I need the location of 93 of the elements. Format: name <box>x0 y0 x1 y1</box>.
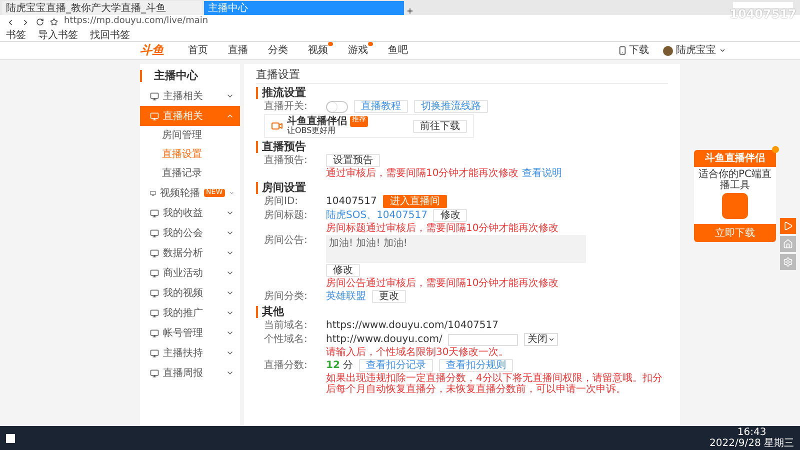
warning-text: 通过审核后，需要间隔10分钟才能再次修改 查看说明 <box>325 168 563 180</box>
sidebar-item[interactable]: 商业活动 <box>140 263 240 284</box>
live-toggle[interactable] <box>326 100 348 113</box>
clock-time: 16:43 <box>737 427 766 438</box>
gear-icon <box>783 257 793 267</box>
monitor-icon <box>150 268 159 278</box>
field-label: 当前域名: <box>264 320 308 332</box>
phone-icon <box>618 46 627 55</box>
field-label: 个性域名: <box>264 334 308 346</box>
room-title: 陆虎SOS、10407517 <box>326 210 428 222</box>
monitor-icon <box>150 92 159 101</box>
field-label: 房间公告: <box>264 235 308 246</box>
field-label: 直播预告: <box>264 155 308 166</box>
section-heading: 其他 <box>256 306 668 318</box>
sidebar-item[interactable]: 数据分析 <box>140 243 240 264</box>
notice-field[interactable]: 加油! 加油! 加油! <box>326 235 586 264</box>
domain-select[interactable]: 关闭 <box>524 333 558 346</box>
monitor-icon <box>150 228 159 238</box>
nav-link[interactable]: 直播 <box>228 45 248 56</box>
domain-input[interactable] <box>448 334 518 346</box>
monitor-icon <box>150 288 159 298</box>
warning-text: 房间公告通过审核后，需要间隔10分钟才能再次修改 <box>325 278 560 290</box>
nav-link[interactable]: 鱼吧 <box>388 45 408 56</box>
start-icon[interactable] <box>6 434 15 442</box>
monitor-icon <box>150 328 159 338</box>
monitor-icon <box>150 112 159 121</box>
camera-icon <box>271 120 283 132</box>
sidebar-subitem[interactable]: 房间管理 <box>140 126 240 146</box>
sidebar-item[interactable]: 帐号管理 <box>140 323 240 344</box>
nav-link[interactable]: 视频 <box>308 45 328 56</box>
back-icon[interactable] <box>6 18 15 26</box>
promo-desc: 适合你的PC端直播工具 <box>697 169 772 191</box>
room-id: 10407517 <box>326 196 377 208</box>
new-tab-icon[interactable] <box>406 7 414 15</box>
play-icon <box>783 221 793 231</box>
app-desc: 让OBS更好用 <box>287 127 337 136</box>
sidebar-subitem[interactable]: 直播记录 <box>140 164 240 184</box>
field-label: 房间标题: <box>264 210 308 222</box>
clock-date: 2022/9/28 星期三 <box>710 438 794 449</box>
preview-button[interactable]: 设置预告 <box>326 154 380 168</box>
nav-link[interactable]: 游戏 <box>348 45 368 56</box>
download-button[interactable]: 前往下载 <box>413 120 467 133</box>
sidebar-item[interactable]: 我的视频 <box>140 283 240 304</box>
close-icon[interactable] <box>772 146 779 153</box>
app-name: 斗鱼直播伴侣 <box>287 116 347 128</box>
warning-text: 如果出现违规扣除一定直播分数，4分以下将无直播间权限，请留意哦。扣分后每个月自动恢复直播分，未恢复直播分数前，可以申请一次申诉。 <box>325 373 664 396</box>
avatar-icon <box>663 46 673 56</box>
bookmark[interactable]: 书签 <box>6 30 26 40</box>
play-button[interactable] <box>780 218 796 234</box>
field-label: 房间ID: <box>264 196 300 208</box>
caret-icon <box>719 47 726 54</box>
caret-icon <box>548 336 556 344</box>
edit-button[interactable]: 修改 <box>326 264 360 278</box>
monitor-icon <box>150 308 159 318</box>
sidebar-item[interactable]: 主播扶持 <box>140 343 240 364</box>
monitor-icon <box>150 348 159 358</box>
sidebar-item[interactable]: 我的公会 <box>140 223 240 244</box>
bookmark[interactable]: 导入书签 <box>38 30 78 40</box>
bookmark[interactable]: 找回书签 <box>90 30 130 40</box>
download-link[interactable]: 下载 <box>629 45 649 56</box>
browser-tab[interactable]: 陆虎宝宝直播_教你产大学直播_斗鱼 <box>2 1 202 15</box>
home-icon <box>783 239 793 249</box>
monitor-icon <box>150 188 156 198</box>
link-button[interactable]: 切换推流线路 <box>414 100 488 114</box>
sidebar-title: 主播中心 <box>140 70 240 82</box>
warning-text: 请输入后，个性域名限制30天修改一次。 <box>325 347 510 358</box>
app-icon <box>722 193 748 219</box>
field-label: 直播分数: <box>264 360 308 372</box>
domain-text: https://www.douyu.com/10407517 <box>326 320 499 332</box>
change-button[interactable]: 更改 <box>372 290 406 304</box>
nav-link[interactable]: 分类 <box>268 45 288 56</box>
page-title: 直播设置 <box>256 69 668 84</box>
monitor-icon <box>150 248 159 258</box>
sidebar-item[interactable]: 我的推广 <box>140 303 240 324</box>
domain-prefix: http://www.douyu.com/ <box>326 334 442 346</box>
address-field[interactable]: https://mp.douyu.com/live/main <box>64 17 208 27</box>
field-label: 直播开关: <box>264 101 308 112</box>
score-text: 12 分 <box>326 360 354 372</box>
sidebar-item[interactable]: 直播周报 <box>140 363 240 384</box>
sidebar-item[interactable]: 我的收益 <box>140 203 240 224</box>
overlay-id: 10407517 <box>730 8 796 22</box>
user-name[interactable]: 陆虎宝宝 <box>676 45 716 56</box>
edit-button[interactable]: 修改 <box>433 209 468 222</box>
warning-text: 房间标题通过审核后，需要间隔10分钟才能再次修改 <box>325 223 560 234</box>
nav-link[interactable]: 首页 <box>188 45 208 56</box>
reload-icon[interactable] <box>36 18 44 26</box>
monitor-icon <box>150 208 159 218</box>
promo-title: 斗鱼直播伴侣 <box>694 150 776 167</box>
forward-icon[interactable] <box>21 18 30 26</box>
sidebar-item[interactable]: 主播相关 <box>140 86 240 106</box>
field-label: 房间分类: <box>264 291 308 302</box>
star-icon[interactable] <box>50 18 58 26</box>
monitor-icon <box>150 368 159 378</box>
